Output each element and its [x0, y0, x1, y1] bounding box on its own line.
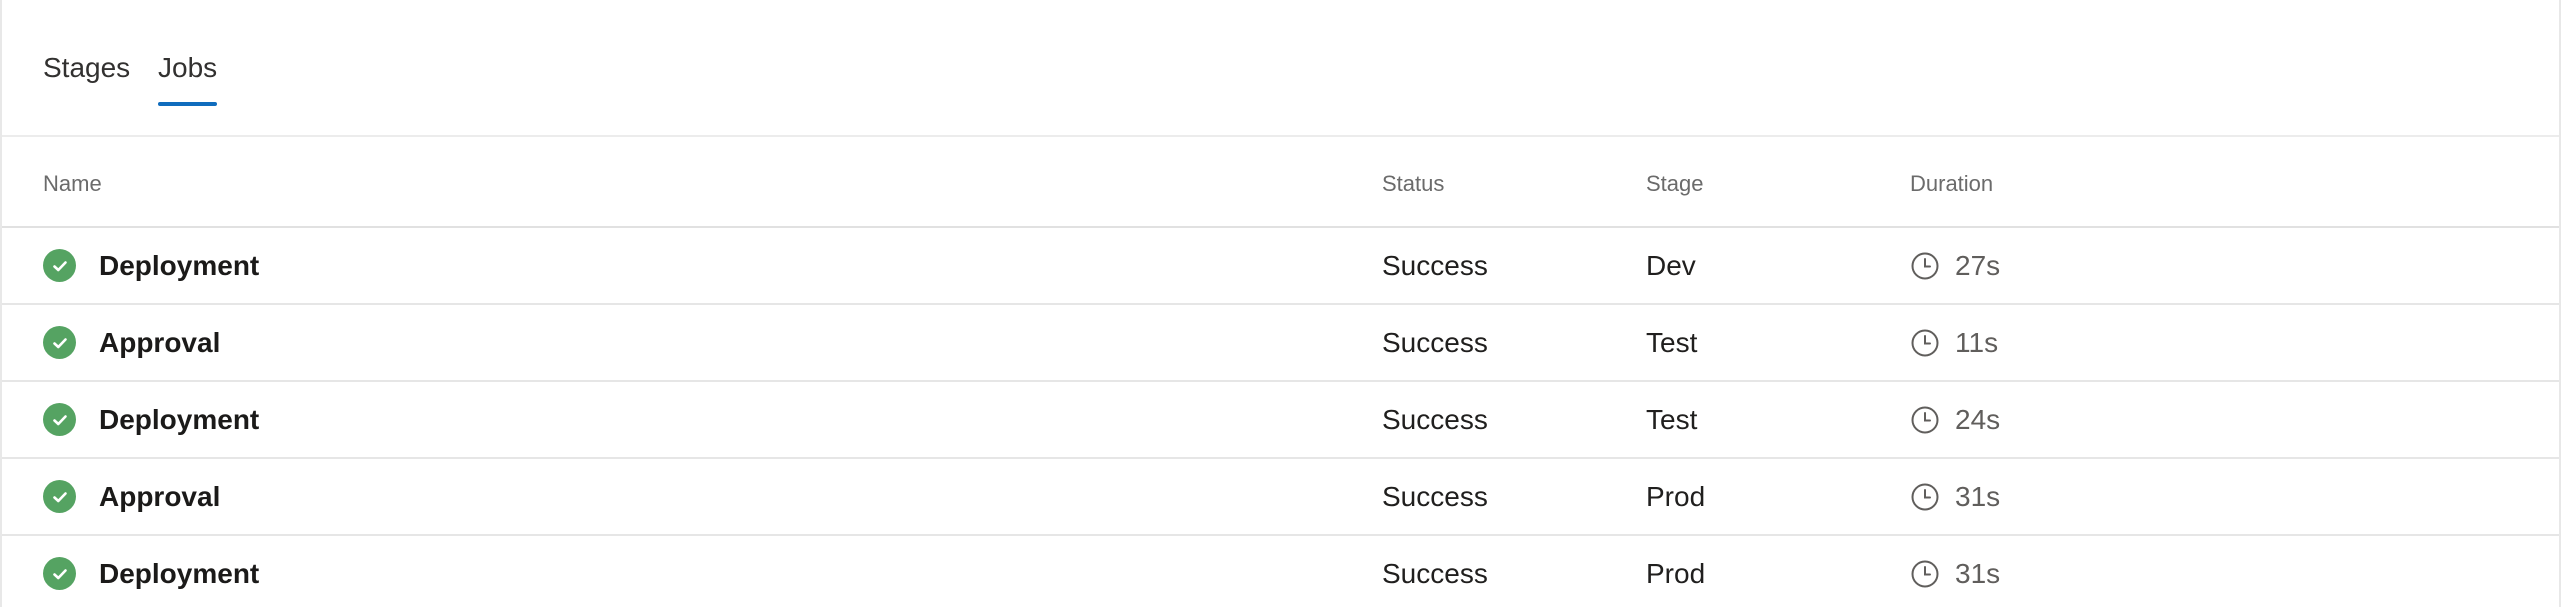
duration-cell: 31s — [1910, 536, 2000, 611]
name-cell: Approval — [43, 459, 220, 534]
table-row[interactable]: Approval Success Test 11s — [2, 305, 2559, 382]
column-header-name[interactable]: Name — [43, 169, 102, 199]
stage-cell: Test — [1646, 403, 1698, 435]
table-row[interactable]: Deployment Success Prod 31s — [2, 536, 2559, 613]
success-check-icon — [43, 249, 76, 282]
duration-value: 24s — [1955, 403, 2001, 435]
duration-cell: 27s — [1910, 228, 2000, 303]
success-check-icon — [43, 326, 76, 359]
duration-cell: 11s — [1910, 305, 1998, 380]
duration-value: 27s — [1955, 249, 2001, 281]
clock-icon — [1911, 483, 1939, 510]
status-cell: Success — [1382, 403, 1488, 435]
stage-cell: Prod — [1646, 480, 1706, 512]
column-header-duration[interactable]: Duration — [1910, 169, 1993, 199]
duration-value: 31s — [1955, 557, 2001, 589]
job-name: Approval — [99, 326, 221, 358]
success-check-icon — [43, 557, 76, 590]
clock-icon — [1911, 560, 1939, 587]
jobs-panel: Stages Jobs Name Status Stage Duration D… — [0, 0, 2561, 607]
status-cell: Success — [1382, 557, 1488, 589]
success-check-icon — [43, 403, 76, 436]
job-name: Approval — [99, 480, 221, 512]
column-header-stage[interactable]: Stage — [1646, 169, 1704, 199]
column-header-status[interactable]: Status — [1382, 169, 1444, 199]
duration-value: 31s — [1955, 480, 2001, 512]
table-row[interactable]: Deployment Success Dev 27s — [2, 228, 2559, 305]
duration-cell: 24s — [1910, 382, 2000, 457]
clock-icon — [1911, 252, 1939, 279]
job-name: Deployment — [99, 557, 260, 589]
table-header: Name Status Stage Duration — [2, 137, 2559, 228]
name-cell: Deployment — [43, 382, 259, 457]
duration-cell: 31s — [1910, 459, 2000, 534]
tab-bar: Stages Jobs — [2, 0, 2559, 137]
clock-icon — [1911, 329, 1939, 356]
success-check-icon — [43, 480, 76, 513]
clock-icon — [1911, 406, 1939, 433]
job-name: Deployment — [99, 403, 260, 435]
job-name: Deployment — [99, 249, 260, 281]
table-row[interactable]: Approval Success Prod 31s — [2, 459, 2559, 536]
status-cell: Success — [1382, 249, 1488, 281]
name-cell: Deployment — [43, 228, 259, 303]
table-row[interactable]: Deployment Success Test 24s — [2, 382, 2559, 459]
name-cell: Approval — [43, 305, 220, 380]
tab-jobs[interactable]: Jobs — [158, 48, 218, 106]
stage-cell: Test — [1646, 326, 1698, 358]
tab-stages[interactable]: Stages — [43, 48, 130, 106]
status-cell: Success — [1382, 480, 1488, 512]
duration-value: 11s — [1955, 326, 1999, 358]
stage-cell: Prod — [1646, 557, 1706, 589]
stage-cell: Dev — [1646, 249, 1696, 281]
name-cell: Deployment — [43, 536, 259, 611]
status-cell: Success — [1382, 326, 1488, 358]
